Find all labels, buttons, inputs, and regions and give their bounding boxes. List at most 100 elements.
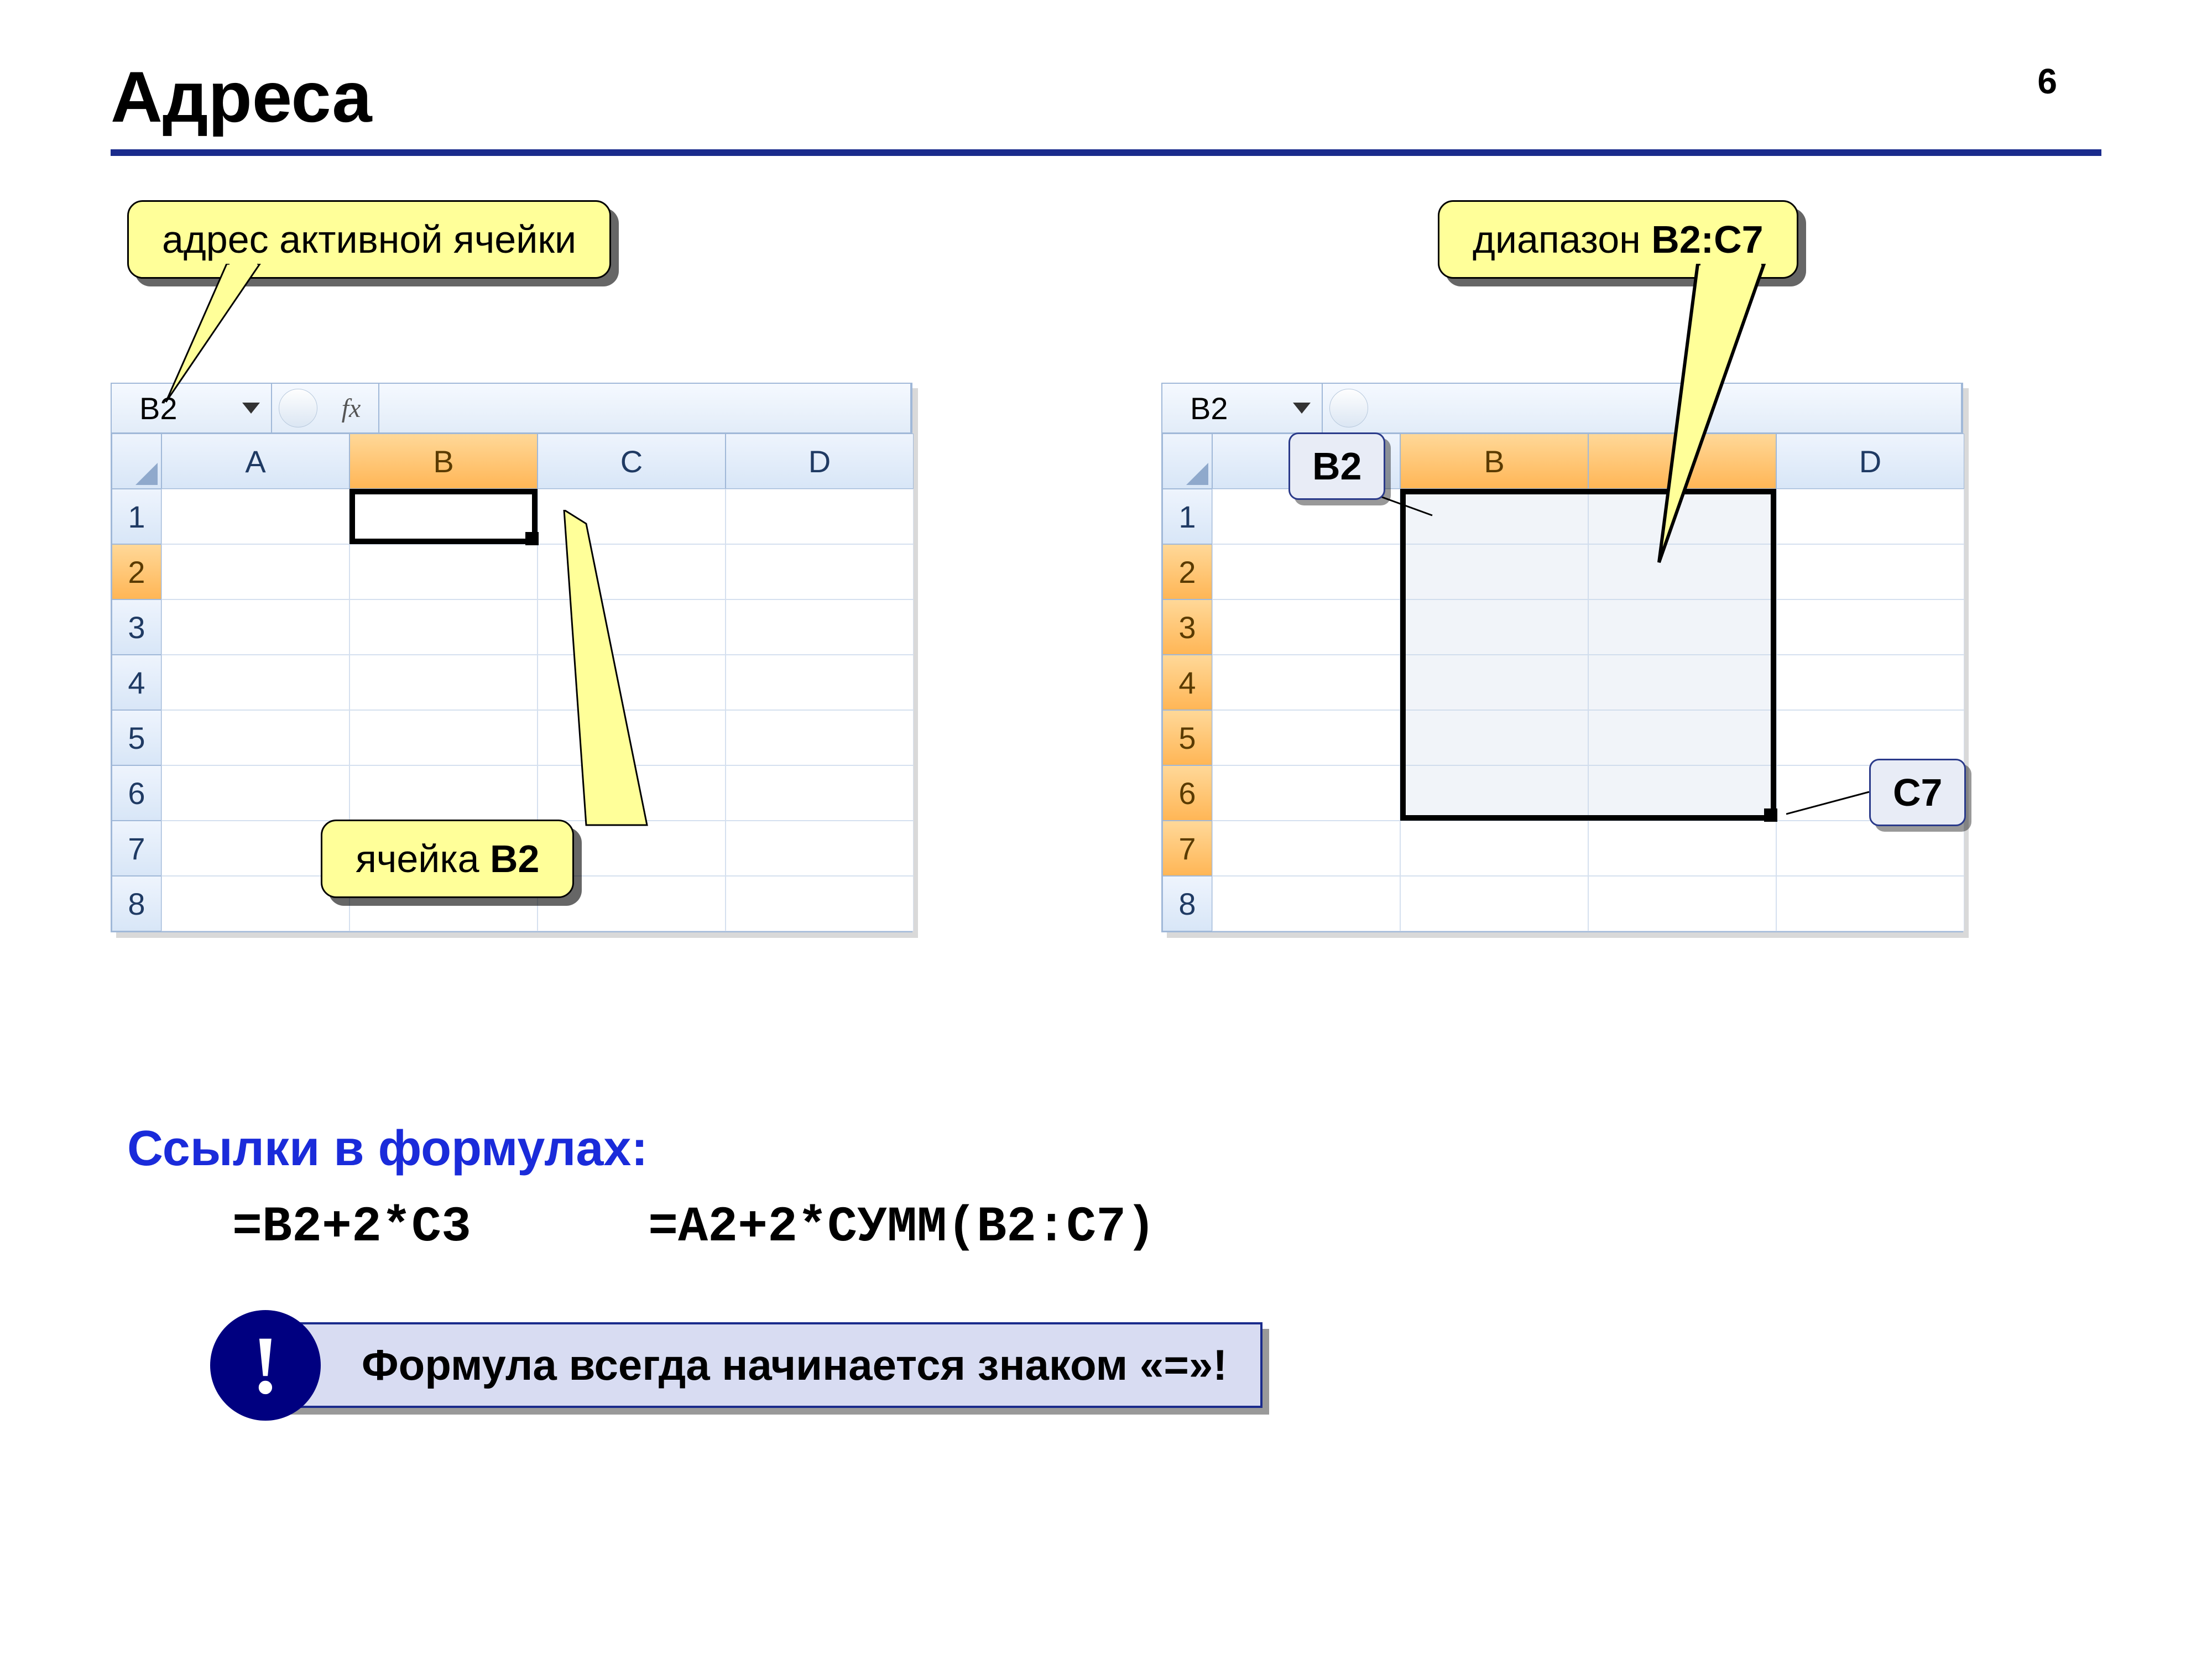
cell[interactable] bbox=[538, 544, 726, 599]
row-header-2[interactable]: 2 bbox=[112, 544, 161, 599]
cell[interactable] bbox=[161, 544, 349, 599]
name-box-value: B2 bbox=[139, 390, 178, 426]
spreadsheet-right: B2 A B C D 1 2 3 4 5 6 7 8 bbox=[1161, 383, 1963, 932]
select-all-corner[interactable] bbox=[1162, 434, 1212, 489]
cell[interactable] bbox=[726, 876, 914, 931]
cell[interactable] bbox=[1776, 489, 1964, 544]
row-header-6[interactable]: 6 bbox=[112, 765, 161, 821]
cell[interactable] bbox=[538, 710, 726, 765]
row-header-2[interactable]: 2 bbox=[1162, 544, 1212, 599]
cell[interactable] bbox=[349, 655, 538, 710]
selection-box bbox=[349, 489, 538, 544]
col-header-C[interactable]: C bbox=[538, 434, 726, 489]
cell[interactable] bbox=[1400, 876, 1588, 931]
fx-icon: fx bbox=[342, 393, 361, 424]
row-header-6[interactable]: 6 bbox=[1162, 765, 1212, 821]
dropdown-icon[interactable] bbox=[242, 403, 260, 414]
row-header-1[interactable]: 1 bbox=[1162, 489, 1212, 544]
cell[interactable] bbox=[1588, 876, 1776, 931]
cell[interactable] bbox=[1776, 655, 1964, 710]
dropdown-icon[interactable] bbox=[1293, 403, 1311, 414]
cell[interactable] bbox=[1776, 544, 1964, 599]
cell[interactable] bbox=[161, 655, 349, 710]
cell[interactable] bbox=[1212, 876, 1400, 931]
cell[interactable] bbox=[1588, 821, 1776, 876]
callout-text: диапазон bbox=[1473, 218, 1651, 261]
col-header-B[interactable]: B bbox=[1400, 434, 1588, 489]
row-header-4[interactable]: 4 bbox=[112, 655, 161, 710]
cell[interactable] bbox=[161, 489, 349, 544]
callout-text: ячейка bbox=[356, 837, 490, 880]
row-header-8[interactable]: 8 bbox=[1162, 876, 1212, 931]
alert-text: Формула всегда начинается знаком «=»! bbox=[265, 1322, 1262, 1408]
col-header-D[interactable]: D bbox=[1776, 434, 1964, 489]
select-all-corner[interactable] bbox=[112, 434, 161, 489]
links-heading: Ссылки в формулах: bbox=[127, 1120, 2101, 1177]
cell[interactable] bbox=[726, 655, 914, 710]
name-box[interactable]: B2 bbox=[1162, 384, 1323, 432]
cell[interactable] bbox=[1400, 821, 1588, 876]
cell[interactable] bbox=[349, 710, 538, 765]
left-panel: адрес активной ячейки B2 fx A bbox=[111, 200, 1051, 932]
row-header-7[interactable]: 7 bbox=[112, 821, 161, 876]
formula-input[interactable] bbox=[1375, 384, 1962, 432]
col-header-D[interactable]: D bbox=[726, 434, 914, 489]
cell[interactable] bbox=[726, 544, 914, 599]
label-b2: B2 bbox=[1288, 432, 1385, 500]
label-c7: C7 bbox=[1869, 759, 1966, 826]
col-header-C[interactable]: C bbox=[1588, 434, 1776, 489]
selection-range bbox=[1400, 489, 1776, 821]
row-header-5[interactable]: 5 bbox=[1162, 710, 1212, 765]
cell[interactable] bbox=[1212, 765, 1400, 821]
cell[interactable] bbox=[1212, 821, 1400, 876]
row-header-3[interactable]: 3 bbox=[112, 599, 161, 655]
cell[interactable] bbox=[726, 765, 914, 821]
formula-1: =B2+2*C3 bbox=[232, 1199, 471, 1256]
cell[interactable] bbox=[161, 599, 349, 655]
callout-bold: B2 bbox=[490, 837, 539, 880]
cell[interactable] bbox=[161, 765, 349, 821]
cell[interactable] bbox=[1212, 710, 1400, 765]
page-title: Адреса bbox=[111, 55, 2101, 156]
alert-row: ! Формула всегда начинается знаком «=»! bbox=[265, 1322, 2101, 1408]
cell[interactable] bbox=[1212, 655, 1400, 710]
cell[interactable] bbox=[349, 544, 538, 599]
cell[interactable] bbox=[1776, 821, 1964, 876]
cell[interactable] bbox=[1212, 544, 1400, 599]
callout-range: диапазон B2:C7 bbox=[1438, 200, 1798, 279]
callout-bold: B2:C7 bbox=[1651, 218, 1763, 261]
col-header-A[interactable]: A bbox=[161, 434, 349, 489]
row-header-7[interactable]: 7 bbox=[1162, 821, 1212, 876]
cell[interactable] bbox=[726, 599, 914, 655]
cell[interactable] bbox=[726, 489, 914, 544]
row-header-4[interactable]: 4 bbox=[1162, 655, 1212, 710]
name-box[interactable]: B2 bbox=[112, 384, 272, 432]
cell[interactable] bbox=[538, 489, 726, 544]
cell[interactable] bbox=[538, 599, 726, 655]
col-header-B[interactable]: B bbox=[349, 434, 538, 489]
formula-input[interactable] bbox=[379, 384, 911, 432]
row-header-8[interactable]: 8 bbox=[112, 876, 161, 931]
fx-button[interactable]: fx bbox=[324, 384, 379, 432]
fill-handle[interactable] bbox=[525, 532, 539, 545]
cell[interactable] bbox=[726, 710, 914, 765]
cell[interactable] bbox=[1776, 876, 1964, 931]
cell[interactable] bbox=[538, 765, 726, 821]
cell[interactable] bbox=[349, 765, 538, 821]
fill-handle[interactable] bbox=[1764, 808, 1777, 822]
cancel-button[interactable] bbox=[1329, 389, 1368, 427]
cell[interactable] bbox=[1212, 599, 1400, 655]
cancel-button[interactable] bbox=[279, 389, 317, 427]
cell[interactable] bbox=[161, 710, 349, 765]
formula-bar: B2 bbox=[1162, 384, 1962, 434]
cell[interactable] bbox=[1776, 710, 1964, 765]
callout-cell-b2: ячейка B2 bbox=[321, 820, 574, 898]
row-header-3[interactable]: 3 bbox=[1162, 599, 1212, 655]
row-header-1[interactable]: 1 bbox=[112, 489, 161, 544]
cell[interactable] bbox=[726, 821, 914, 876]
cell[interactable] bbox=[349, 599, 538, 655]
cell[interactable] bbox=[1776, 599, 1964, 655]
row-header-5[interactable]: 5 bbox=[112, 710, 161, 765]
cell[interactable] bbox=[538, 655, 726, 710]
callout-active-address: адрес активной ячейки bbox=[127, 200, 611, 279]
